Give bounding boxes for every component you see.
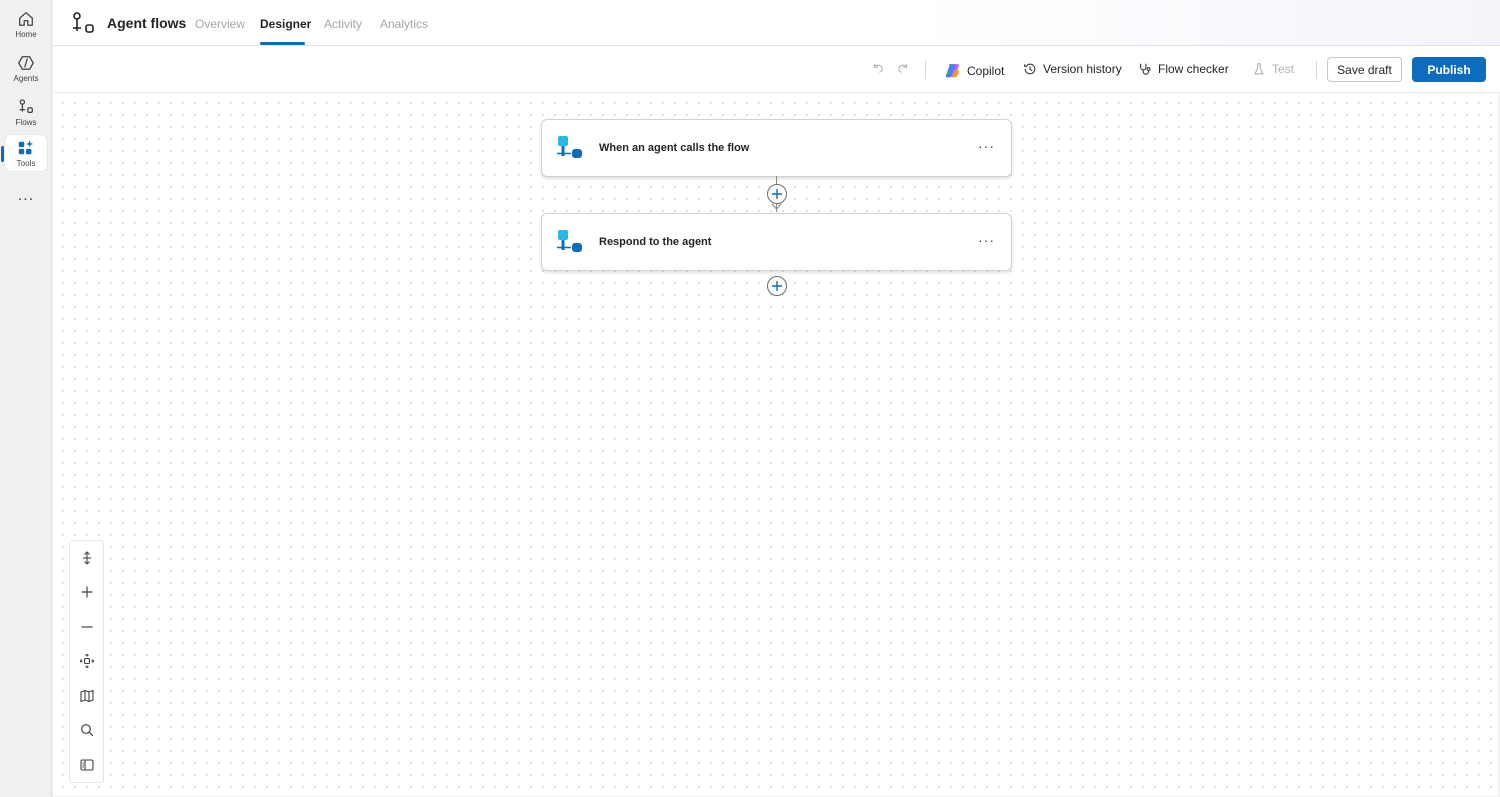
zoom-in-icon: [81, 586, 92, 598]
beaker-icon: [1254, 63, 1264, 75]
node-title: When an agent calls the flow: [599, 142, 750, 154]
rail-item-agents[interactable]: Agents: [5, 49, 47, 87]
publish-button[interactable]: Publish: [1412, 57, 1486, 82]
flow-checker-label: Flow checker: [1158, 62, 1229, 76]
save-draft-button[interactable]: Save draft: [1327, 57, 1402, 82]
copilot-label: Copilot: [967, 63, 1005, 78]
copilot-button[interactable]: Copilot: [944, 62, 1004, 79]
rail-item-label: Tools: [16, 158, 36, 168]
active-tab-indicator: [260, 42, 305, 45]
search-icon: [80, 724, 93, 737]
tab-activity[interactable]: Activity: [324, 17, 362, 31]
history-icon: [1024, 63, 1036, 75]
canvas-toolbar: [69, 540, 104, 783]
tab-analytics[interactable]: Analytics: [380, 17, 428, 31]
copilot-icon: [945, 64, 960, 78]
minimap-button[interactable]: [70, 681, 103, 711]
tab-overview[interactable]: Overview: [195, 17, 245, 31]
top-header: Agent flows Overview Designer Activity A…: [53, 0, 1500, 46]
connector-arrow-icon: [771, 203, 782, 210]
agent-flow-node-icon: [557, 136, 582, 158]
fit-height-button[interactable]: [70, 543, 103, 573]
command-bar: Copilot Version history Flow checker Tes…: [53, 46, 1500, 93]
flow-node-respond[interactable]: Respond to the agent ···: [541, 213, 1012, 271]
fit-height-icon: [82, 551, 91, 565]
agents-icon: [18, 55, 34, 70]
zoom-out-icon: [81, 626, 92, 628]
fit-view-icon: [79, 654, 94, 668]
node-more-button[interactable]: ···: [978, 138, 995, 154]
node-title: Respond to the agent: [599, 236, 712, 248]
node-more-button[interactable]: ···: [978, 232, 995, 248]
fit-view-button[interactable]: [70, 646, 103, 676]
test-button[interactable]: Test: [1252, 62, 1294, 76]
panel-toggle-button[interactable]: [70, 750, 103, 780]
rail-item-label: Flows: [15, 117, 37, 127]
stethoscope-icon: [1140, 63, 1151, 75]
add-step-button[interactable]: [767, 276, 787, 296]
plus-icon: [772, 189, 782, 199]
toolbar-divider: [925, 61, 926, 79]
flows-icon: [19, 98, 33, 113]
flow-node-trigger[interactable]: When an agent calls the flow ···: [541, 119, 1012, 177]
panel-icon: [79, 759, 94, 771]
rail-item-tools[interactable]: Tools: [5, 135, 47, 171]
tools-icon: [18, 139, 34, 154]
undo-button[interactable]: [871, 61, 891, 75]
rail-active-indicator: [1, 146, 4, 162]
test-label: Test: [1272, 62, 1295, 76]
minimap-icon: [79, 689, 94, 703]
rail-item-label: Home: [15, 29, 37, 39]
page-title: Agent flows: [107, 15, 187, 31]
tab-designer[interactable]: Designer: [260, 17, 311, 31]
designer-canvas[interactable]: When an agent calls the flow ··· Respond…: [53, 93, 1498, 796]
zoom-in-button[interactable]: [70, 577, 103, 607]
rail-more-button[interactable]: ...: [5, 186, 47, 206]
plus-icon: [772, 281, 782, 291]
version-history-button[interactable]: Version history: [1023, 62, 1122, 76]
version-history-label: Version history: [1043, 62, 1122, 76]
rail-item-home[interactable]: Home: [5, 5, 47, 43]
undo-icon: [873, 63, 883, 73]
search-button[interactable]: [70, 715, 103, 745]
redo-button[interactable]: [896, 61, 916, 75]
flow-checker-button[interactable]: Flow checker: [1138, 62, 1229, 76]
redo-icon: [898, 63, 908, 73]
zoom-out-button[interactable]: [70, 612, 103, 642]
agent-flows-icon: [73, 12, 94, 33]
left-rail: Home Agents Flows Tools ...: [0, 0, 52, 797]
agent-flow-node-icon: [557, 230, 582, 252]
rail-item-flows[interactable]: Flows: [5, 93, 47, 131]
insert-step-button[interactable]: [767, 184, 787, 204]
home-icon: [19, 11, 33, 26]
rail-item-label: Agents: [13, 73, 39, 83]
toolbar-divider: [1316, 61, 1317, 79]
